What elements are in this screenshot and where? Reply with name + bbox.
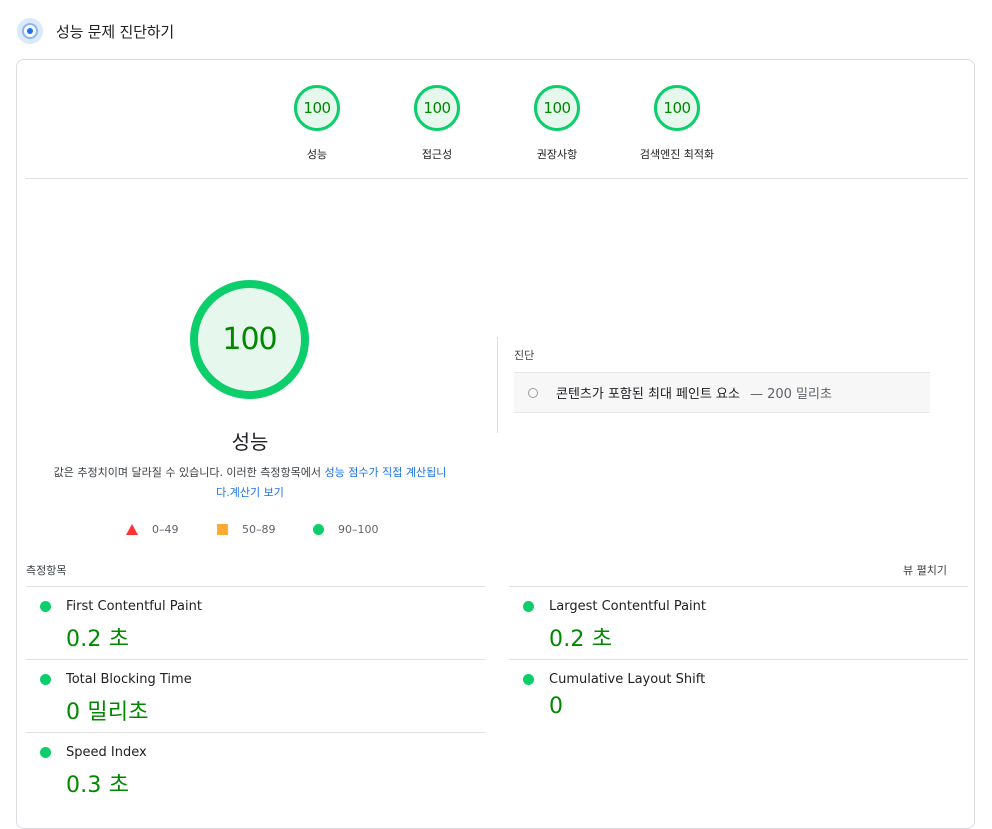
legend-range: 0–49	[152, 523, 179, 536]
legend-pass: 90–100	[313, 523, 379, 536]
metric-value: 0.2 초	[66, 627, 130, 652]
triangle-icon	[126, 524, 138, 535]
lighthouse-icon	[17, 18, 43, 44]
diagnostics-title: 진단	[514, 349, 535, 362]
divider	[26, 586, 485, 587]
info-circle-icon	[528, 387, 538, 398]
diagnostic-item[interactable]: 콘텐츠가 포함된 최대 페인트 요소 — 200 밀리초	[514, 372, 930, 413]
metric-name: Cumulative Layout Shift	[549, 672, 706, 687]
calculator-link[interactable]: 계산기 보기	[230, 486, 284, 499]
divider	[25, 178, 968, 179]
pass-circle-icon	[40, 747, 51, 758]
pass-circle-icon	[40, 674, 51, 685]
pass-circle-icon	[523, 601, 534, 612]
pass-circle-icon	[40, 601, 51, 612]
legend-average: 50–89	[217, 523, 276, 536]
gauge-seo[interactable]: 100	[654, 85, 700, 131]
report-card	[16, 59, 975, 829]
metric-name: First Contentful Paint	[66, 599, 202, 614]
legend-fail: 0–49	[126, 523, 179, 536]
description-text: 값은 추정치이며 달라질 수 있습니다. 이러한 측정항목에서	[53, 466, 322, 479]
vertical-divider	[497, 337, 498, 433]
metric-value: 0.2 초	[549, 627, 613, 652]
metric-name: Total Blocking Time	[66, 672, 192, 687]
legend-range: 90–100	[338, 523, 379, 536]
legend-range: 50–89	[242, 523, 276, 536]
gauge-best-practices[interactable]: 100	[534, 85, 580, 131]
gauge-label-seo[interactable]: 검색엔진 최적화	[617, 146, 737, 162]
expand-view-toggle[interactable]: 뷰 펼치기	[903, 562, 947, 578]
circle-icon	[313, 524, 324, 535]
gauge-label-performance[interactable]: 성능	[257, 146, 377, 162]
metric-name: Speed Index	[66, 745, 147, 760]
metric-value: 0.3 초	[66, 773, 130, 798]
pass-circle-icon	[523, 674, 534, 685]
square-icon	[217, 524, 228, 535]
performance-label: 성능	[231, 430, 269, 454]
metric-value: 0	[549, 694, 564, 719]
performance-description: 값은 추정치이며 달라질 수 있습니다. 이러한 측정항목에서 성능 점수가 직…	[50, 463, 450, 503]
divider	[26, 732, 485, 733]
diagnostic-value: — 200 밀리초	[749, 387, 832, 402]
metrics-title: 측정항목	[26, 564, 67, 577]
performance-score-gauge: 100	[190, 280, 309, 399]
divider	[509, 659, 968, 660]
page-title: 성능 문제 진단하기	[56, 23, 174, 41]
gauge-label-accessibility[interactable]: 접근성	[377, 146, 497, 162]
metric-value: 0 밀리초	[66, 700, 149, 725]
gauge-accessibility[interactable]: 100	[414, 85, 460, 131]
divider	[509, 586, 968, 587]
divider	[26, 659, 485, 660]
metric-name: Largest Contentful Paint	[549, 599, 707, 614]
gauge-performance[interactable]: 100	[294, 85, 340, 131]
gauge-label-best-practices[interactable]: 권장사항	[497, 146, 617, 162]
diagnostic-name: 콘텐츠가 포함된 최대 페인트 요소	[556, 387, 740, 402]
